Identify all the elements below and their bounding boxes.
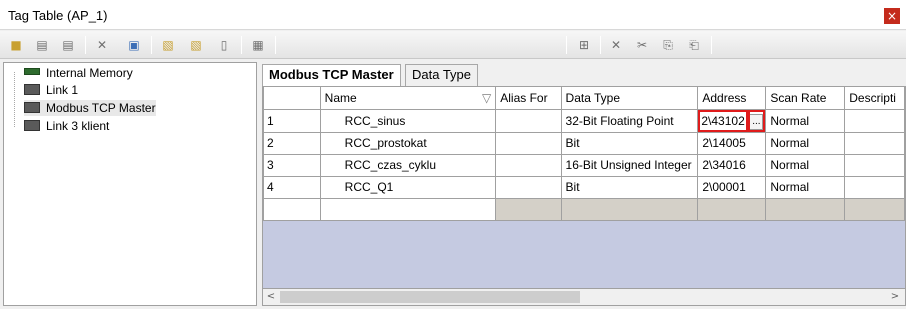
tab-modbus-tcp-master[interactable]: Modbus TCP Master bbox=[262, 64, 401, 87]
save-link-icon[interactable]: ▤ bbox=[58, 35, 78, 55]
paste-link-icon[interactable]: ▯ bbox=[214, 35, 234, 55]
tree-item-modbus-tcp-master[interactable]: Modbus TCP Master bbox=[24, 100, 156, 116]
title-bar: Tag Table (AP_1) × bbox=[0, 0, 906, 30]
address-browse-button[interactable]: ... bbox=[749, 113, 764, 130]
scan-rate-cell[interactable]: Normal bbox=[765, 108, 846, 133]
column-header-alias[interactable]: Alias For bbox=[495, 87, 562, 110]
tab-bar: Modbus TCP Master Data Type bbox=[262, 64, 906, 87]
new-row-cell bbox=[844, 197, 905, 221]
row-number: 2 bbox=[263, 131, 321, 155]
delete-tag-icon[interactable]: ✕ bbox=[606, 35, 626, 55]
alias-cell[interactable] bbox=[495, 131, 562, 155]
alias-cell[interactable] bbox=[495, 108, 562, 133]
alias-cell[interactable] bbox=[495, 175, 562, 199]
copy-tag-icon[interactable]: ⎘ bbox=[658, 35, 678, 55]
column-header-index bbox=[263, 87, 321, 110]
data-type-cell[interactable]: 32-Bit Floating Point bbox=[560, 108, 699, 133]
name-cell[interactable]: RCC_czas_cyklu bbox=[319, 153, 497, 177]
address-browse-wrap: ... bbox=[748, 110, 765, 131]
device-icon bbox=[24, 120, 40, 131]
scroll-thumb[interactable] bbox=[280, 291, 580, 303]
address-cell[interactable]: 2\14005 bbox=[697, 131, 767, 155]
tag-grid: Name ▽ Alias For Data Type Address Scan R… bbox=[262, 86, 906, 289]
tree-item-label: Modbus TCP Master bbox=[46, 101, 156, 115]
device-icon[interactable]: ▦ bbox=[248, 35, 268, 55]
filter-icon[interactable]: ▽ bbox=[482, 91, 491, 105]
row-number: 4 bbox=[263, 175, 321, 199]
toolbar: ■ ▤ ▤ ✕ ▣ ▧ ▧ ▯ ▦ ⊞ ✕ ✂ ⎘ ⎗ bbox=[0, 31, 906, 59]
new-row-cell bbox=[495, 197, 562, 221]
column-header-description[interactable]: Descripti bbox=[844, 87, 905, 110]
open-link-icon[interactable]: ▤ bbox=[32, 35, 52, 55]
column-header-name[interactable]: Name ▽ bbox=[319, 87, 497, 110]
data-type-cell[interactable]: Bit bbox=[560, 131, 699, 155]
name-cell[interactable]: RCC_sinus bbox=[319, 108, 497, 133]
cut-icon[interactable]: ✂ bbox=[632, 35, 652, 55]
column-header-address[interactable]: Address bbox=[697, 87, 767, 110]
paste-icon[interactable]: ▧ bbox=[186, 35, 206, 55]
alias-cell[interactable] bbox=[495, 153, 562, 177]
tree-item-label: Link 3 klient bbox=[46, 119, 110, 133]
tab-data-type[interactable]: Data Type bbox=[405, 64, 479, 86]
add-link-icon[interactable]: ■ bbox=[6, 35, 26, 55]
scan-rate-cell[interactable]: Normal bbox=[765, 175, 846, 199]
memory-icon bbox=[24, 68, 40, 75]
scan-rate-cell[interactable]: Normal bbox=[765, 153, 846, 177]
address-cell[interactable]: 2\43102... bbox=[697, 108, 767, 133]
data-type-cell[interactable]: 16-Bit Unsigned Integer bbox=[560, 153, 699, 177]
new-row[interactable] bbox=[263, 197, 905, 221]
description-cell[interactable] bbox=[844, 108, 905, 133]
grid-header: Name ▽ Alias For Data Type Address Scan R… bbox=[263, 87, 905, 110]
tree-item-label: Internal Memory bbox=[46, 66, 133, 80]
scan-rate-cell[interactable]: Normal bbox=[765, 131, 846, 155]
row-number: 1 bbox=[263, 108, 321, 133]
table-row[interactable]: 4 RCC_Q1 Bit 2\00001 Normal bbox=[263, 175, 905, 199]
add-tag-icon[interactable]: ⊞ bbox=[574, 35, 594, 55]
delete-link-icon[interactable]: ✕ bbox=[92, 35, 112, 55]
paste-tag-icon[interactable]: ⎗ bbox=[684, 35, 704, 55]
device-icon bbox=[24, 102, 40, 113]
name-cell[interactable]: RCC_prostokat bbox=[319, 131, 497, 155]
rename-link-icon[interactable]: ▣ bbox=[124, 35, 144, 55]
tag-table-window: Tag Table (AP_1) × ■ ▤ ▤ ✕ ▣ ▧ ▧ ▯ ▦ ⊞ ✕… bbox=[0, 0, 906, 309]
tree-item-link-1[interactable]: Link 1 bbox=[24, 82, 78, 98]
description-cell[interactable] bbox=[844, 153, 905, 177]
scroll-left-icon[interactable]: < bbox=[263, 289, 279, 305]
window-title: Tag Table (AP_1) bbox=[8, 8, 108, 23]
data-type-cell[interactable]: Bit bbox=[560, 175, 699, 199]
tree-item-link-3-klient[interactable]: Link 3 klient bbox=[24, 118, 109, 134]
table-row[interactable]: 2 RCC_prostokat Bit 2\14005 Normal bbox=[263, 131, 905, 155]
new-row-cell bbox=[560, 197, 699, 221]
new-row-cell bbox=[697, 197, 767, 221]
table-row[interactable]: 3 RCC_czas_cyklu 16-Bit Unsigned Integer… bbox=[263, 153, 905, 177]
copy-icon[interactable]: ▧ bbox=[158, 35, 178, 55]
new-row-name-cell[interactable] bbox=[319, 197, 497, 221]
new-row-index bbox=[263, 197, 321, 221]
description-cell[interactable] bbox=[844, 131, 905, 155]
new-row-cell bbox=[765, 197, 846, 221]
description-cell[interactable] bbox=[844, 175, 905, 199]
table-row[interactable]: 1 RCC_sinus 32-Bit Floating Point 2\4310… bbox=[263, 108, 905, 133]
tree-item-label: Link 1 bbox=[46, 83, 79, 97]
horizontal-scrollbar[interactable]: < > bbox=[262, 289, 906, 306]
address-cell[interactable]: 2\34016 bbox=[697, 153, 767, 177]
close-button[interactable]: × bbox=[884, 8, 900, 24]
row-number: 3 bbox=[263, 153, 321, 177]
address-cell[interactable]: 2\00001 bbox=[697, 175, 767, 199]
column-header-label: Name bbox=[324, 90, 357, 105]
name-cell[interactable]: RCC_Q1 bbox=[319, 175, 497, 199]
device-icon bbox=[24, 84, 40, 95]
address-value[interactable]: 2\43102 bbox=[698, 110, 749, 131]
column-header-scan-rate[interactable]: Scan Rate bbox=[765, 87, 846, 110]
scroll-right-icon[interactable]: > bbox=[887, 289, 903, 305]
link-tree: Internal Memory Link 1 Modbus TCP Master… bbox=[3, 62, 257, 306]
column-header-data-type[interactable]: Data Type bbox=[560, 87, 699, 110]
tree-item-internal-memory[interactable]: Internal Memory bbox=[24, 65, 133, 81]
